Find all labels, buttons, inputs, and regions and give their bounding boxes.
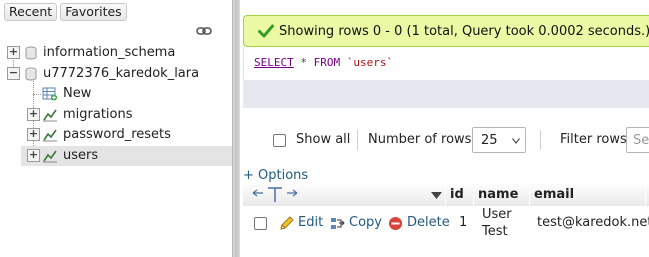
- actions-header: [243, 184, 445, 206]
- tree-item-new-table[interactable]: New: [0, 84, 232, 104]
- results-header: id name email: [240, 184, 649, 206]
- nav-tabs: Recent Favorites: [4, 3, 127, 23]
- filter-label: Filter rows:: [560, 132, 632, 147]
- database-icon: [25, 67, 37, 81]
- tree-item-password-resets[interactable]: + password_resets: [0, 125, 232, 145]
- copy-icon[interactable]: [330, 216, 345, 231]
- chevron-down-icon: [512, 138, 520, 144]
- filter-placeholder: Se: [633, 133, 649, 148]
- column-resize-arrows-icon[interactable]: [251, 184, 301, 206]
- copy-link[interactable]: Copy: [349, 215, 382, 230]
- column-header-name[interactable]: name: [474, 184, 529, 206]
- database-label[interactable]: information_schema: [43, 45, 175, 60]
- check-icon: [258, 24, 274, 38]
- rows-select[interactable]: 25: [472, 127, 526, 153]
- sql-star: *: [300, 56, 307, 69]
- pencil-icon[interactable]: [279, 216, 294, 231]
- sql-keyword-select[interactable]: SELECT: [254, 56, 294, 69]
- sql-actions-bar: [243, 80, 649, 108]
- row-checkbox[interactable]: [254, 217, 267, 230]
- column-header-id[interactable]: id: [446, 184, 473, 206]
- sql-table-name: `users`: [346, 56, 394, 69]
- table-icon: [43, 129, 57, 142]
- table-icon: [43, 150, 57, 163]
- tree-item-u7772376-karedok-lara[interactable]: − u7772376_karedok_lara: [0, 64, 232, 84]
- cell-name-line2: Test: [482, 224, 508, 239]
- table-label[interactable]: migrations: [63, 107, 133, 122]
- filter-rows-input[interactable]: Se: [626, 127, 649, 153]
- navigation-panel: Recent Favorites + information_schema − …: [0, 0, 232, 257]
- success-message: Showing rows 0 - 0 (1 total, Query took …: [243, 15, 649, 47]
- tree-item-information-schema[interactable]: + information_schema: [0, 43, 232, 63]
- collapse-icon[interactable]: −: [7, 67, 20, 80]
- database-label[interactable]: u7772376_karedok_lara: [43, 66, 199, 81]
- expand-icon[interactable]: +: [27, 108, 40, 121]
- delete-link[interactable]: Delete: [407, 215, 450, 230]
- options-link[interactable]: + Options: [243, 168, 308, 183]
- panel-splitter[interactable]: [232, 0, 240, 257]
- cell-id: 1: [459, 215, 468, 230]
- column-header-email[interactable]: email: [530, 184, 645, 206]
- show-all-checkbox[interactable]: [273, 134, 286, 147]
- sql-query-box: SELECT * FROM `users`: [243, 47, 649, 80]
- cell-email: test@karedok.net: [537, 215, 649, 230]
- expand-icon[interactable]: +: [27, 149, 40, 162]
- main-content: Showing rows 0 - 0 (1 total, Query took …: [240, 0, 649, 257]
- edit-link[interactable]: Edit: [298, 215, 323, 230]
- tab-recent[interactable]: Recent: [4, 3, 58, 21]
- delete-icon[interactable]: [388, 216, 403, 231]
- divider: [357, 130, 358, 150]
- table-label[interactable]: password_resets: [63, 127, 171, 142]
- table-row: Edit Copy Delete 1 User Test test@karedo…: [240, 207, 649, 241]
- success-text: Showing rows 0 - 0 (1 total, Query took …: [279, 23, 649, 39]
- database-icon: [25, 46, 37, 60]
- tree-item-migrations[interactable]: + migrations: [0, 105, 232, 125]
- navigation-controls: Show all Number of rows: 25 Filter rows:…: [240, 126, 649, 154]
- tab-favorites[interactable]: Favorites: [60, 3, 127, 21]
- rows-select-value: 25: [481, 133, 498, 148]
- expand-icon[interactable]: +: [7, 46, 20, 59]
- sql-keyword-from: FROM: [313, 56, 341, 69]
- new-table-label[interactable]: New: [63, 86, 91, 101]
- table-label[interactable]: users: [63, 148, 98, 163]
- rows-label: Number of rows:: [368, 132, 476, 147]
- show-all-label[interactable]: Show all: [296, 132, 350, 147]
- sql-query: SELECT * FROM `users`: [254, 56, 393, 69]
- expand-icon[interactable]: +: [27, 128, 40, 141]
- link-icon[interactable]: [196, 26, 212, 36]
- cell-name-line1: User: [482, 207, 512, 222]
- tree-item-users[interactable]: + users: [21, 146, 232, 166]
- new-table-icon: [42, 87, 57, 101]
- sort-arrow-icon[interactable]: [431, 192, 442, 199]
- table-icon: [43, 109, 57, 122]
- phpmyadmin-window: Recent Favorites + information_schema − …: [0, 0, 649, 257]
- divider: [540, 130, 541, 150]
